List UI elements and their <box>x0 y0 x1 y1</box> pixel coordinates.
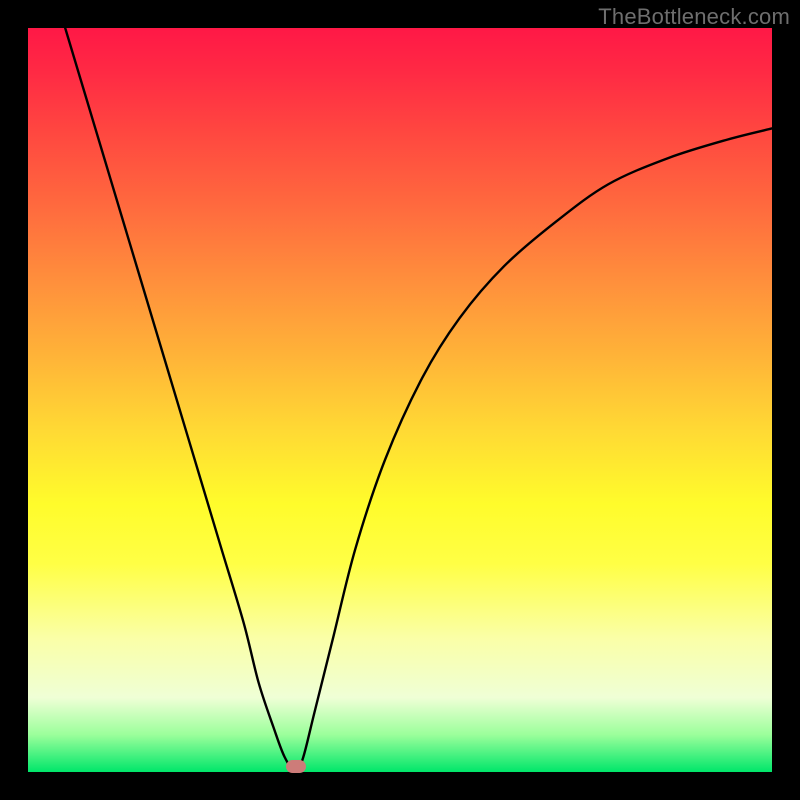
bottleneck-curve <box>28 28 772 772</box>
optimal-point-marker <box>286 760 306 773</box>
watermark-text: TheBottleneck.com <box>598 4 790 30</box>
chart-frame: TheBottleneck.com <box>0 0 800 800</box>
chart-plot-area <box>28 28 772 772</box>
